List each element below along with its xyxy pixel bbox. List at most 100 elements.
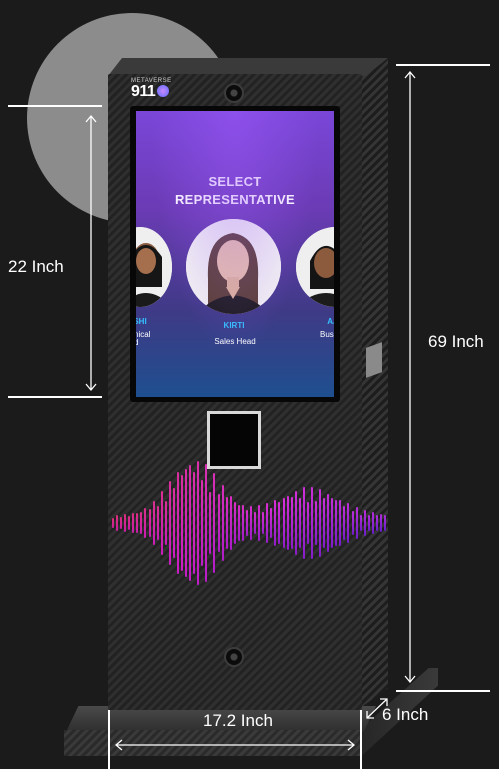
waveform-bar [270, 507, 273, 539]
waveform-graphic [108, 455, 388, 605]
dimension-width-left-line [108, 710, 110, 769]
waveform-bar [351, 511, 354, 535]
dimension-width-label: 17.2 Inch [203, 711, 273, 730]
waveform-bar [229, 496, 232, 550]
waveform-bar [384, 515, 386, 531]
waveform-bar [258, 505, 261, 541]
waveform-bar [339, 500, 342, 546]
waveform-bar [310, 486, 313, 560]
waveform-bar [379, 514, 382, 532]
dimension-screen-height-label: 22 Inch [8, 257, 64, 276]
waveform-bar [314, 500, 317, 546]
waveform-bar [152, 500, 155, 546]
representative-photo-left[interactable] [136, 227, 172, 307]
waveform-bar [343, 505, 346, 541]
screen-title-line2: REPRESENTATIVE [174, 192, 295, 207]
waveform-bar [245, 509, 248, 537]
dimension-total-top-line [396, 64, 490, 66]
representative-name-center: KIRTI [223, 321, 245, 330]
waveform-bar [197, 460, 200, 586]
waveform-bar [201, 480, 204, 566]
waveform-bar [225, 497, 228, 549]
bottom-camera-icon [224, 647, 244, 667]
waveform-bar [323, 498, 326, 548]
dimension-depth-label: 6 Inch [382, 705, 429, 724]
waveform-bar [250, 506, 253, 540]
waveform-bar [286, 496, 289, 550]
waveform-bar [128, 515, 131, 531]
waveform-bar [363, 509, 366, 537]
representative-name-left: SHI [136, 317, 147, 326]
waveform-bar [112, 518, 114, 528]
waveform-bar [160, 491, 163, 555]
waveform-bar [156, 506, 159, 540]
waveform-bar [306, 501, 309, 545]
waveform-bar [124, 514, 127, 532]
representative-photo-center[interactable] [186, 219, 281, 314]
representative-role-left-line2: d [136, 338, 139, 347]
kiosk-screen: SELECT REPRESENTATIVE SHI nical d [136, 111, 334, 397]
dimension-width-arrow-icon [114, 739, 356, 751]
waveform-bar [209, 491, 212, 555]
waveform-bar [298, 498, 301, 548]
waveform-bar [274, 500, 277, 546]
waveform-bar [355, 506, 358, 540]
waveform-bar [335, 499, 338, 547]
waveform-bar [233, 501, 236, 545]
representative-photo-right[interactable] [296, 227, 334, 307]
waveform-bar [294, 490, 297, 556]
waveform-bar [193, 471, 196, 575]
waveform-bar [319, 489, 322, 557]
waveform-bar [367, 514, 370, 532]
waveform-bar [221, 485, 224, 561]
representative-name-right: AA [327, 317, 334, 326]
waveform-bar [278, 502, 281, 544]
waveform-bar [168, 480, 171, 566]
representative-role-center: Sales Head [214, 337, 256, 346]
screen-title-line1: SELECT [208, 174, 262, 189]
waveform-bar [120, 517, 123, 529]
waveform-bar [331, 498, 334, 548]
waveform-bar [205, 464, 208, 582]
dimension-width-right-line [360, 710, 362, 769]
waveform-bar [185, 468, 188, 578]
waveform-bar [347, 503, 350, 543]
waveform-bar [132, 513, 135, 533]
dimension-screen-arrow-icon [85, 114, 97, 392]
representative-role-right: Busi [320, 330, 334, 339]
waveform-bar [282, 497, 285, 549]
dimension-screen-bottom-line [8, 396, 102, 398]
waveform-bar [217, 494, 220, 552]
kiosk-side-panel [360, 58, 388, 708]
waveform-bar [237, 504, 240, 542]
waveform-bar [189, 465, 192, 581]
waveform-bar [148, 509, 151, 537]
dimension-screen-top-line [8, 105, 102, 107]
waveform-bar [164, 500, 167, 546]
waveform-bar [254, 512, 257, 534]
side-port [366, 342, 382, 378]
waveform-bar [327, 493, 330, 553]
top-camera-icon [224, 83, 244, 103]
waveform-bar [144, 507, 147, 539]
waveform-bar [290, 497, 293, 549]
dimension-total-height-label: 69 Inch [428, 332, 484, 351]
dimension-total-bottom-line [396, 690, 490, 692]
waveform-bar [140, 511, 143, 535]
waveform-bar [375, 515, 378, 531]
waveform-bar [302, 487, 305, 559]
waveform-bar [241, 504, 244, 542]
kiosk-product-diagram: METAVERSE 911 SELECT REPRESENTATIVE SHI … [0, 0, 499, 769]
dimension-total-arrow-icon [404, 70, 416, 684]
waveform-bar [116, 514, 119, 532]
brand-logo-mark-icon [157, 85, 169, 97]
waveform-bar [262, 512, 265, 534]
waveform-bar [359, 514, 362, 532]
waveform-bar [213, 473, 216, 573]
brand-logo: 911 [131, 83, 156, 100]
waveform-bar [181, 475, 183, 571]
waveform-bar [136, 512, 139, 534]
waveform-bar [176, 472, 179, 574]
waveform-bar [172, 488, 175, 558]
waveform-bar [371, 512, 374, 534]
